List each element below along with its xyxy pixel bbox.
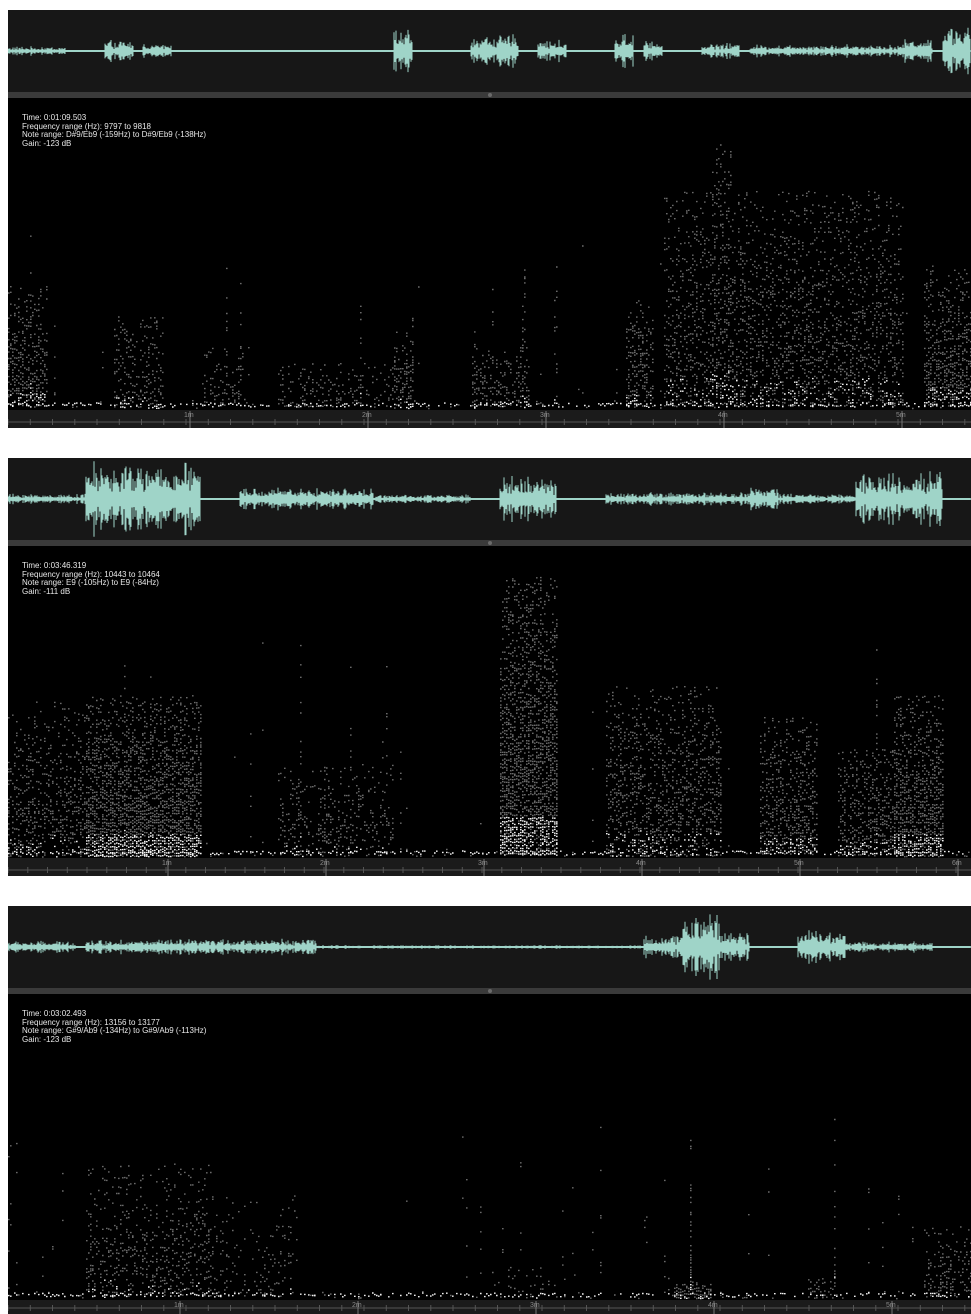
ruler-ticks: 1m 2m 3m 4m 5m 6m [8,859,971,876]
gain-readout: Gain: -123 dB [22,138,72,148]
waveform-shape [8,914,971,980]
ruler-label: 4m [636,860,646,867]
ruler-label: 4m [708,1302,718,1309]
cursor-info: Time: 0:01:09.503 Frequency range (Hz): … [22,113,206,148]
gain-readout: Gain: -123 dB [22,1034,72,1044]
grip-icon [487,541,492,545]
ruler-label: 5m [794,860,804,867]
ruler-label: 3m [530,1302,540,1309]
gain-readout: Gain: -111 dB [22,586,71,596]
time-ruler[interactable]: 1m 2m 3m 4m 5m 6m [8,858,971,876]
ruler-label: 3m [540,412,550,419]
spectrogram-panel-1: Time: 0:01:09.503 Frequency range (Hz): … [8,10,971,428]
waveform-overview[interactable] [8,458,971,540]
waveform-shape [8,27,971,75]
ruler-ticks: 1m 2m 3m 4m 5m [8,1301,971,1314]
ruler-label: 6m [952,860,962,867]
ruler-label: 2m [320,860,330,867]
ruler-label: 1m [184,412,194,419]
ruler-label: 1m [162,860,172,867]
time-ruler[interactable]: 1m 2m 3m 4m 5m [8,1300,971,1314]
waveform-overview[interactable] [8,10,971,92]
ruler-label: 2m [362,412,372,419]
ruler-label: 2m [352,1302,362,1309]
cursor-info: Time: 0:03:02.493 Frequency range (Hz): … [22,1009,206,1044]
time-ruler[interactable]: 1m 2m 3m 4m 5m [8,410,971,428]
grip-icon [487,93,492,97]
ruler-label: 5m [886,1302,896,1309]
waveform-overview[interactable] [8,906,971,988]
grip-icon [487,989,492,993]
ruler-ticks: 1m 2m 3m 4m 5m [8,411,971,428]
ruler-label: 5m [896,412,906,419]
cursor-info: Time: 0:03:46.319 Frequency range (Hz): … [22,561,160,596]
ruler-label: 4m [718,412,728,419]
spectrogram-panel-2: Time: 0:03:46.319 Frequency range (Hz): … [8,458,971,876]
ruler-label: 3m [478,860,488,867]
ruler-label: 1m [174,1302,184,1309]
spectrogram-panel-3: Time: 0:03:02.493 Frequency range (Hz): … [8,906,971,1314]
waveform-shape [8,461,971,537]
